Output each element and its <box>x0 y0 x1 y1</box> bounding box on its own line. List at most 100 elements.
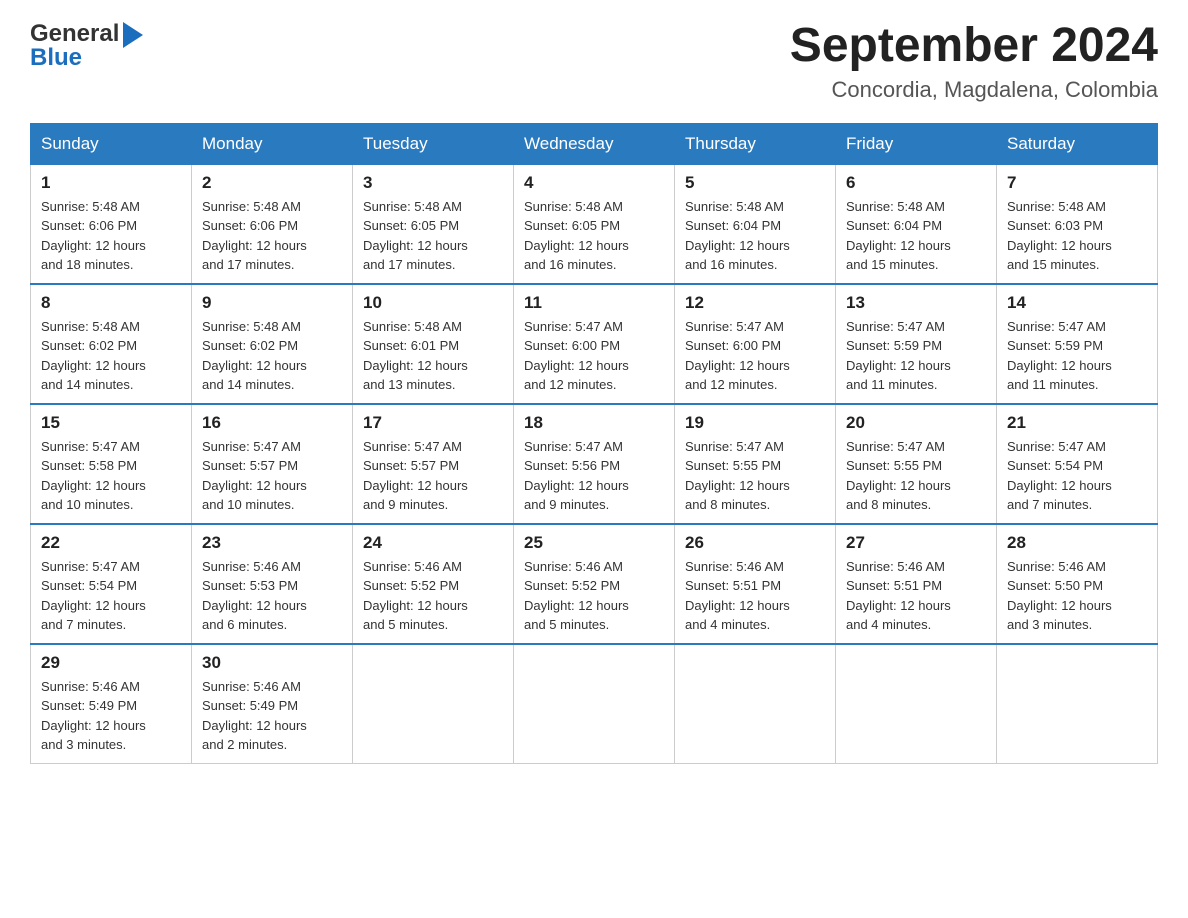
day-number: 10 <box>363 293 503 313</box>
day-number: 29 <box>41 653 181 673</box>
day-info: Sunrise: 5:48 AM Sunset: 6:04 PM Dayligh… <box>685 197 825 275</box>
day-number: 7 <box>1007 173 1147 193</box>
location-subtitle: Concordia, Magdalena, Colombia <box>790 77 1158 103</box>
day-number: 20 <box>846 413 986 433</box>
calendar-cell: 16 Sunrise: 5:47 AM Sunset: 5:57 PM Dayl… <box>192 404 353 524</box>
header-tuesday: Tuesday <box>353 123 514 164</box>
calendar-cell <box>997 644 1158 764</box>
day-number: 22 <box>41 533 181 553</box>
day-info: Sunrise: 5:48 AM Sunset: 6:05 PM Dayligh… <box>363 197 503 275</box>
day-info: Sunrise: 5:46 AM Sunset: 5:49 PM Dayligh… <box>202 677 342 755</box>
calendar-cell <box>675 644 836 764</box>
calendar-cell: 1 Sunrise: 5:48 AM Sunset: 6:06 PM Dayli… <box>31 164 192 284</box>
calendar-cell: 26 Sunrise: 5:46 AM Sunset: 5:51 PM Dayl… <box>675 524 836 644</box>
calendar-cell: 23 Sunrise: 5:46 AM Sunset: 5:53 PM Dayl… <box>192 524 353 644</box>
day-number: 15 <box>41 413 181 433</box>
day-number: 25 <box>524 533 664 553</box>
month-year-title: September 2024 <box>790 20 1158 73</box>
calendar-cell: 29 Sunrise: 5:46 AM Sunset: 5:49 PM Dayl… <box>31 644 192 764</box>
calendar-cell: 17 Sunrise: 5:47 AM Sunset: 5:57 PM Dayl… <box>353 404 514 524</box>
day-info: Sunrise: 5:47 AM Sunset: 5:57 PM Dayligh… <box>363 437 503 515</box>
day-info: Sunrise: 5:47 AM Sunset: 6:00 PM Dayligh… <box>524 317 664 395</box>
calendar-cell: 20 Sunrise: 5:47 AM Sunset: 5:55 PM Dayl… <box>836 404 997 524</box>
day-number: 9 <box>202 293 342 313</box>
calendar-cell: 11 Sunrise: 5:47 AM Sunset: 6:00 PM Dayl… <box>514 284 675 404</box>
calendar-cell: 30 Sunrise: 5:46 AM Sunset: 5:49 PM Dayl… <box>192 644 353 764</box>
day-info: Sunrise: 5:47 AM Sunset: 5:57 PM Dayligh… <box>202 437 342 515</box>
calendar-cell: 9 Sunrise: 5:48 AM Sunset: 6:02 PM Dayli… <box>192 284 353 404</box>
day-number: 19 <box>685 413 825 433</box>
header-friday: Friday <box>836 123 997 164</box>
calendar-cell: 24 Sunrise: 5:46 AM Sunset: 5:52 PM Dayl… <box>353 524 514 644</box>
day-info: Sunrise: 5:46 AM Sunset: 5:50 PM Dayligh… <box>1007 557 1147 635</box>
day-info: Sunrise: 5:47 AM Sunset: 5:56 PM Dayligh… <box>524 437 664 515</box>
day-info: Sunrise: 5:46 AM Sunset: 5:52 PM Dayligh… <box>363 557 503 635</box>
week-row-2: 8 Sunrise: 5:48 AM Sunset: 6:02 PM Dayli… <box>31 284 1158 404</box>
week-row-1: 1 Sunrise: 5:48 AM Sunset: 6:06 PM Dayli… <box>31 164 1158 284</box>
calendar-cell: 18 Sunrise: 5:47 AM Sunset: 5:56 PM Dayl… <box>514 404 675 524</box>
day-number: 30 <box>202 653 342 673</box>
day-info: Sunrise: 5:47 AM Sunset: 5:59 PM Dayligh… <box>846 317 986 395</box>
header-monday: Monday <box>192 123 353 164</box>
day-info: Sunrise: 5:48 AM Sunset: 6:04 PM Dayligh… <box>846 197 986 275</box>
week-row-5: 29 Sunrise: 5:46 AM Sunset: 5:49 PM Dayl… <box>31 644 1158 764</box>
calendar-cell: 14 Sunrise: 5:47 AM Sunset: 5:59 PM Dayl… <box>997 284 1158 404</box>
day-number: 23 <box>202 533 342 553</box>
day-number: 13 <box>846 293 986 313</box>
calendar-cell: 21 Sunrise: 5:47 AM Sunset: 5:54 PM Dayl… <box>997 404 1158 524</box>
day-info: Sunrise: 5:48 AM Sunset: 6:06 PM Dayligh… <box>202 197 342 275</box>
calendar-cell: 15 Sunrise: 5:47 AM Sunset: 5:58 PM Dayl… <box>31 404 192 524</box>
day-info: Sunrise: 5:48 AM Sunset: 6:02 PM Dayligh… <box>41 317 181 395</box>
day-number: 28 <box>1007 533 1147 553</box>
logo: General Blue <box>30 20 143 72</box>
calendar-cell: 13 Sunrise: 5:47 AM Sunset: 5:59 PM Dayl… <box>836 284 997 404</box>
day-number: 1 <box>41 173 181 193</box>
day-number: 3 <box>363 173 503 193</box>
day-number: 16 <box>202 413 342 433</box>
week-row-3: 15 Sunrise: 5:47 AM Sunset: 5:58 PM Dayl… <box>31 404 1158 524</box>
day-number: 11 <box>524 293 664 313</box>
day-number: 2 <box>202 173 342 193</box>
calendar-title-area: September 2024 Concordia, Magdalena, Col… <box>790 20 1158 103</box>
day-number: 14 <box>1007 293 1147 313</box>
calendar-cell: 3 Sunrise: 5:48 AM Sunset: 6:05 PM Dayli… <box>353 164 514 284</box>
week-row-4: 22 Sunrise: 5:47 AM Sunset: 5:54 PM Dayl… <box>31 524 1158 644</box>
day-info: Sunrise: 5:47 AM Sunset: 5:54 PM Dayligh… <box>41 557 181 635</box>
calendar-cell: 8 Sunrise: 5:48 AM Sunset: 6:02 PM Dayli… <box>31 284 192 404</box>
calendar-cell: 12 Sunrise: 5:47 AM Sunset: 6:00 PM Dayl… <box>675 284 836 404</box>
page-header: General Blue September 2024 Concordia, M… <box>30 20 1158 103</box>
calendar-cell: 28 Sunrise: 5:46 AM Sunset: 5:50 PM Dayl… <box>997 524 1158 644</box>
calendar-cell: 5 Sunrise: 5:48 AM Sunset: 6:04 PM Dayli… <box>675 164 836 284</box>
day-info: Sunrise: 5:46 AM Sunset: 5:52 PM Dayligh… <box>524 557 664 635</box>
day-info: Sunrise: 5:47 AM Sunset: 5:59 PM Dayligh… <box>1007 317 1147 395</box>
header-sunday: Sunday <box>31 123 192 164</box>
day-info: Sunrise: 5:46 AM Sunset: 5:49 PM Dayligh… <box>41 677 181 755</box>
day-number: 4 <box>524 173 664 193</box>
day-number: 27 <box>846 533 986 553</box>
calendar-cell: 10 Sunrise: 5:48 AM Sunset: 6:01 PM Dayl… <box>353 284 514 404</box>
day-number: 21 <box>1007 413 1147 433</box>
day-info: Sunrise: 5:46 AM Sunset: 5:51 PM Dayligh… <box>685 557 825 635</box>
day-info: Sunrise: 5:47 AM Sunset: 6:00 PM Dayligh… <box>685 317 825 395</box>
day-number: 8 <box>41 293 181 313</box>
logo-line2: Blue <box>30 44 82 72</box>
day-info: Sunrise: 5:46 AM Sunset: 5:51 PM Dayligh… <box>846 557 986 635</box>
day-info: Sunrise: 5:47 AM Sunset: 5:58 PM Dayligh… <box>41 437 181 515</box>
header-wednesday: Wednesday <box>514 123 675 164</box>
day-number: 5 <box>685 173 825 193</box>
calendar-cell <box>514 644 675 764</box>
day-info: Sunrise: 5:48 AM Sunset: 6:01 PM Dayligh… <box>363 317 503 395</box>
calendar-cell: 27 Sunrise: 5:46 AM Sunset: 5:51 PM Dayl… <box>836 524 997 644</box>
day-info: Sunrise: 5:47 AM Sunset: 5:55 PM Dayligh… <box>685 437 825 515</box>
calendar-cell <box>353 644 514 764</box>
calendar-cell: 2 Sunrise: 5:48 AM Sunset: 6:06 PM Dayli… <box>192 164 353 284</box>
calendar-cell: 6 Sunrise: 5:48 AM Sunset: 6:04 PM Dayli… <box>836 164 997 284</box>
calendar-cell <box>836 644 997 764</box>
day-info: Sunrise: 5:48 AM Sunset: 6:05 PM Dayligh… <box>524 197 664 275</box>
calendar-cell: 4 Sunrise: 5:48 AM Sunset: 6:05 PM Dayli… <box>514 164 675 284</box>
calendar-cell: 25 Sunrise: 5:46 AM Sunset: 5:52 PM Dayl… <box>514 524 675 644</box>
day-info: Sunrise: 5:48 AM Sunset: 6:06 PM Dayligh… <box>41 197 181 275</box>
calendar-cell: 19 Sunrise: 5:47 AM Sunset: 5:55 PM Dayl… <box>675 404 836 524</box>
day-info: Sunrise: 5:47 AM Sunset: 5:55 PM Dayligh… <box>846 437 986 515</box>
day-number: 6 <box>846 173 986 193</box>
